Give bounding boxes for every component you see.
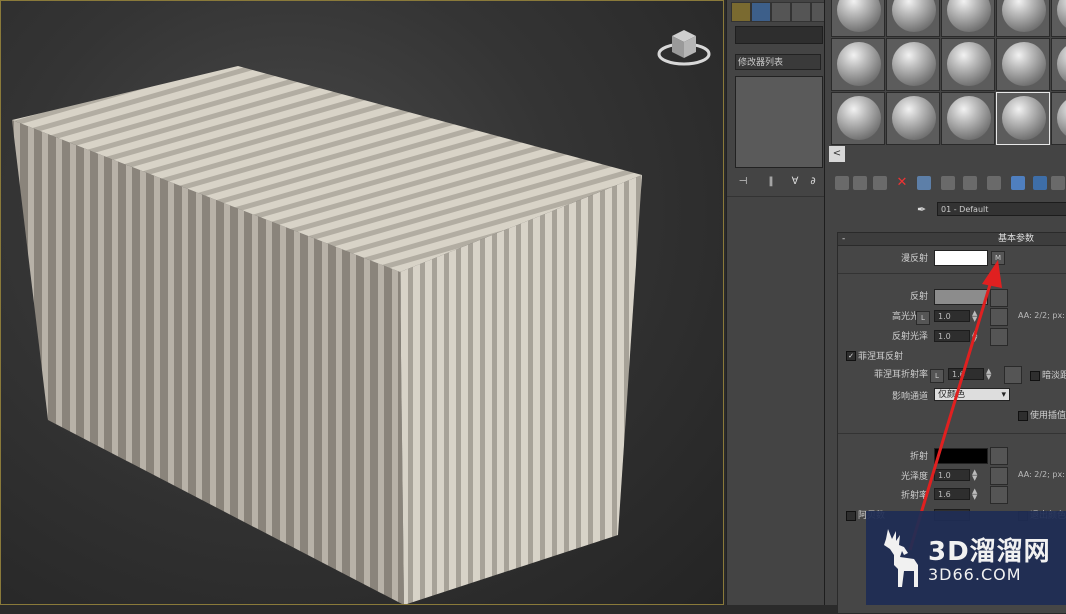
dim-distance-label: 暗淡距 — [1042, 371, 1066, 381]
material-slot[interactable] — [1051, 38, 1066, 91]
material-sphere-icon — [947, 0, 991, 32]
cmd-separator — [727, 196, 825, 197]
motion-tab-icon[interactable] — [791, 2, 811, 22]
material-sphere-icon — [892, 42, 936, 86]
reset-map-icon[interactable]: ✕ — [895, 176, 909, 190]
fresnel-checkbox[interactable]: ✓ — [846, 351, 856, 361]
material-slot[interactable] — [996, 0, 1050, 37]
rollout-collapse-toggle[interactable]: - — [842, 233, 845, 245]
material-sphere-icon — [892, 0, 936, 32]
watermark-title: 3D溜溜网 — [928, 537, 1051, 567]
material-sphere-icon — [947, 42, 991, 86]
rollout-header[interactable]: - 基本参数 — [838, 233, 1066, 246]
material-slot[interactable] — [1051, 0, 1066, 37]
material-slot[interactable] — [996, 38, 1050, 91]
show-map-in-viewport-icon[interactable] — [1011, 176, 1025, 190]
aa-info-text: AA: 2/2; px: 2 — [1018, 470, 1066, 479]
perspective-viewport[interactable] — [0, 0, 724, 605]
material-sphere-icon — [1002, 96, 1046, 140]
remove-modifier-icon[interactable]: ∂ — [807, 176, 819, 190]
make-unique-icon[interactable] — [941, 176, 955, 190]
material-sphere-icon — [947, 96, 991, 140]
material-sphere-icon — [837, 42, 881, 86]
show-end-result-icon[interactable] — [1033, 176, 1047, 190]
hierarchy-tab-icon[interactable] — [771, 2, 791, 22]
material-sphere-icon — [1057, 0, 1066, 32]
dim-distance-checkbox[interactable] — [1030, 371, 1040, 381]
modifier-list-dropdown[interactable]: 修改器列表 — [735, 54, 821, 70]
material-slot[interactable] — [831, 38, 885, 91]
material-sphere-icon — [892, 96, 936, 140]
material-slot[interactable] — [831, 92, 885, 145]
object-name-field[interactable] — [735, 26, 823, 44]
pin-stack-icon[interactable]: ⊣ — [737, 176, 749, 190]
eyedropper-icon[interactable]: ✒ — [917, 203, 929, 217]
go-to-parent-icon[interactable] — [1051, 176, 1065, 190]
modify-tab-icon[interactable] — [751, 2, 771, 22]
material-slot-active[interactable] — [996, 92, 1050, 145]
material-name-field[interactable]: 01 - Default — [937, 202, 1066, 216]
material-sphere-icon — [1002, 42, 1046, 86]
aa-info-text: AA: 2/2; px: 2 — [1018, 311, 1066, 320]
material-slot[interactable] — [1051, 92, 1066, 145]
show-end-result-icon[interactable]: ‖ — [765, 176, 777, 190]
make-unique-icon[interactable]: ∀ — [789, 176, 801, 190]
modifier-stack[interactable] — [735, 76, 823, 168]
slots-scroll-left-button[interactable]: < — [829, 146, 845, 162]
use-interp-label: 使用插值 — [1030, 411, 1066, 421]
material-slot[interactable] — [886, 0, 940, 37]
material-id-icon[interactable] — [987, 176, 1001, 190]
viewcube-icon[interactable] — [654, 22, 714, 72]
assign-to-selection-icon[interactable] — [873, 176, 887, 190]
rollout-title: 基本参数 — [998, 234, 1035, 244]
put-to-library-icon[interactable] — [963, 176, 977, 190]
create-tab-icon[interactable] — [731, 2, 751, 22]
material-slot[interactable] — [941, 0, 995, 37]
material-slot[interactable] — [941, 92, 995, 145]
material-sphere-icon — [1057, 42, 1066, 86]
command-panel: 修改器列表 ⊣ ‖ ∀ ∂ — [726, 0, 825, 605]
material-slot[interactable] — [886, 38, 940, 91]
box-object[interactable] — [0, 0, 724, 605]
material-sphere-icon — [837, 96, 881, 140]
put-to-scene-icon[interactable] — [853, 176, 867, 190]
material-slot[interactable] — [941, 38, 995, 91]
display-tab-icon[interactable] — [811, 2, 825, 22]
material-slot[interactable] — [886, 92, 940, 145]
material-sphere-icon — [837, 0, 881, 32]
watermark-logo: 3D溜溜网 3D66.COM — [866, 511, 1066, 605]
watermark-url: 3D66.COM — [928, 565, 1022, 584]
material-sphere-icon — [1057, 96, 1066, 140]
make-copy-icon[interactable] — [917, 176, 931, 190]
deer-logo-icon — [884, 529, 918, 587]
get-material-icon[interactable] — [835, 176, 849, 190]
material-sphere-icon — [1002, 0, 1046, 32]
abbe-checkbox[interactable] — [846, 511, 856, 521]
material-slot[interactable] — [831, 0, 885, 37]
